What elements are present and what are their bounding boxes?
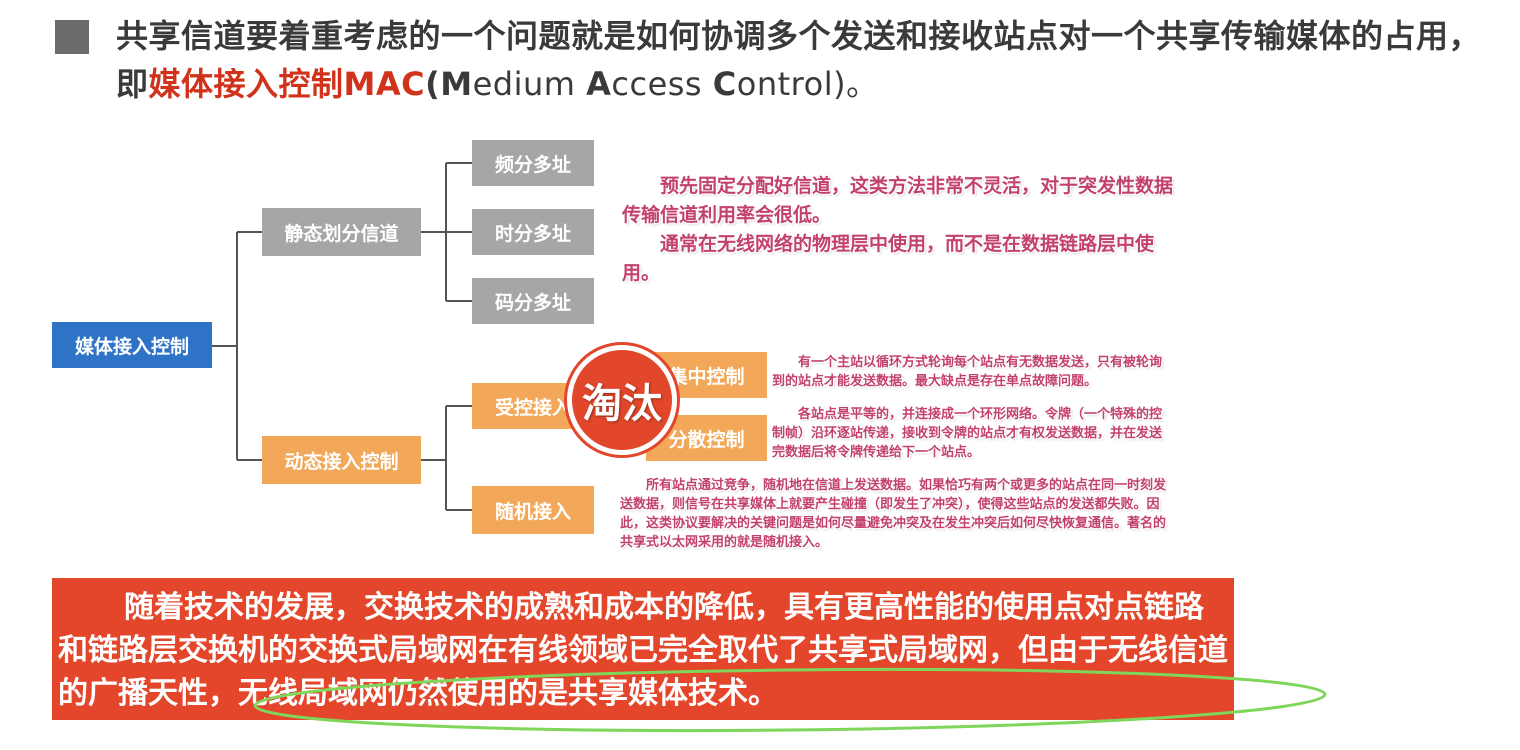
note-distributed-text: 各站点是平等的，并连接成一个环形网络。令牌（一个特殊的控制帧）沿环逐站传递，接收… <box>772 407 1163 460</box>
note-random-text: 所有站点通过竞争，随机地在信道上发送数据。如果恰巧有两个或更多的站点在同一时刻发… <box>620 478 1167 550</box>
node-random-access: 随机接入 <box>472 486 594 534</box>
node-fdma: 频分多址 <box>472 140 594 186</box>
conclusion-banner: 随着技术的发展，交换技术的成熟和成本的降低，具有更高性能的使用点对点链路和链路层… <box>52 578 1234 720</box>
node-tdma: 时分多址 <box>472 209 594 255</box>
obsolete-stamp: 淘汰 <box>567 345 677 455</box>
node-cdma: 码分多址 <box>472 278 594 324</box>
note-static-p1: 预先固定分配好信道，这类方法非常不灵活，对于突发性数据传输信道利用率会很低。 <box>622 175 1174 226</box>
node-static-channel: 静态划分信道 <box>262 208 421 256</box>
note-centralized: 有一个主站以循环方式轮询每个站点有无数据发送，只有被轮询到的站点才能发送数据。最… <box>772 353 1172 391</box>
node-media-access-control: 媒体接入控制 <box>52 322 212 368</box>
banner-text: 随着技术的发展，交换技术的成熟和成本的降低，具有更高性能的使用点对点链路和链路层… <box>58 590 1228 711</box>
note-static-channel: 预先固定分配好信道，这类方法非常不灵活，对于突发性数据传输信道利用率会很低。 通… <box>622 172 1178 288</box>
note-centralized-text: 有一个主站以循环方式轮询每个站点有无数据发送，只有被轮询到的站点才能发送数据。最… <box>772 355 1163 389</box>
node-dynamic-access: 动态接入控制 <box>262 436 421 484</box>
note-static-p2: 通常在无线网络的物理层中使用，而不是在数据链路层中使用。 <box>622 233 1155 284</box>
note-random: 所有站点通过竞争，随机地在信道上发送数据。如果恰巧有两个或更多的站点在同一时刻发… <box>620 476 1175 552</box>
note-distributed: 各站点是平等的，并连接成一个环形网络。令牌（一个特殊的控制帧）沿环逐站传递，接收… <box>772 405 1172 462</box>
